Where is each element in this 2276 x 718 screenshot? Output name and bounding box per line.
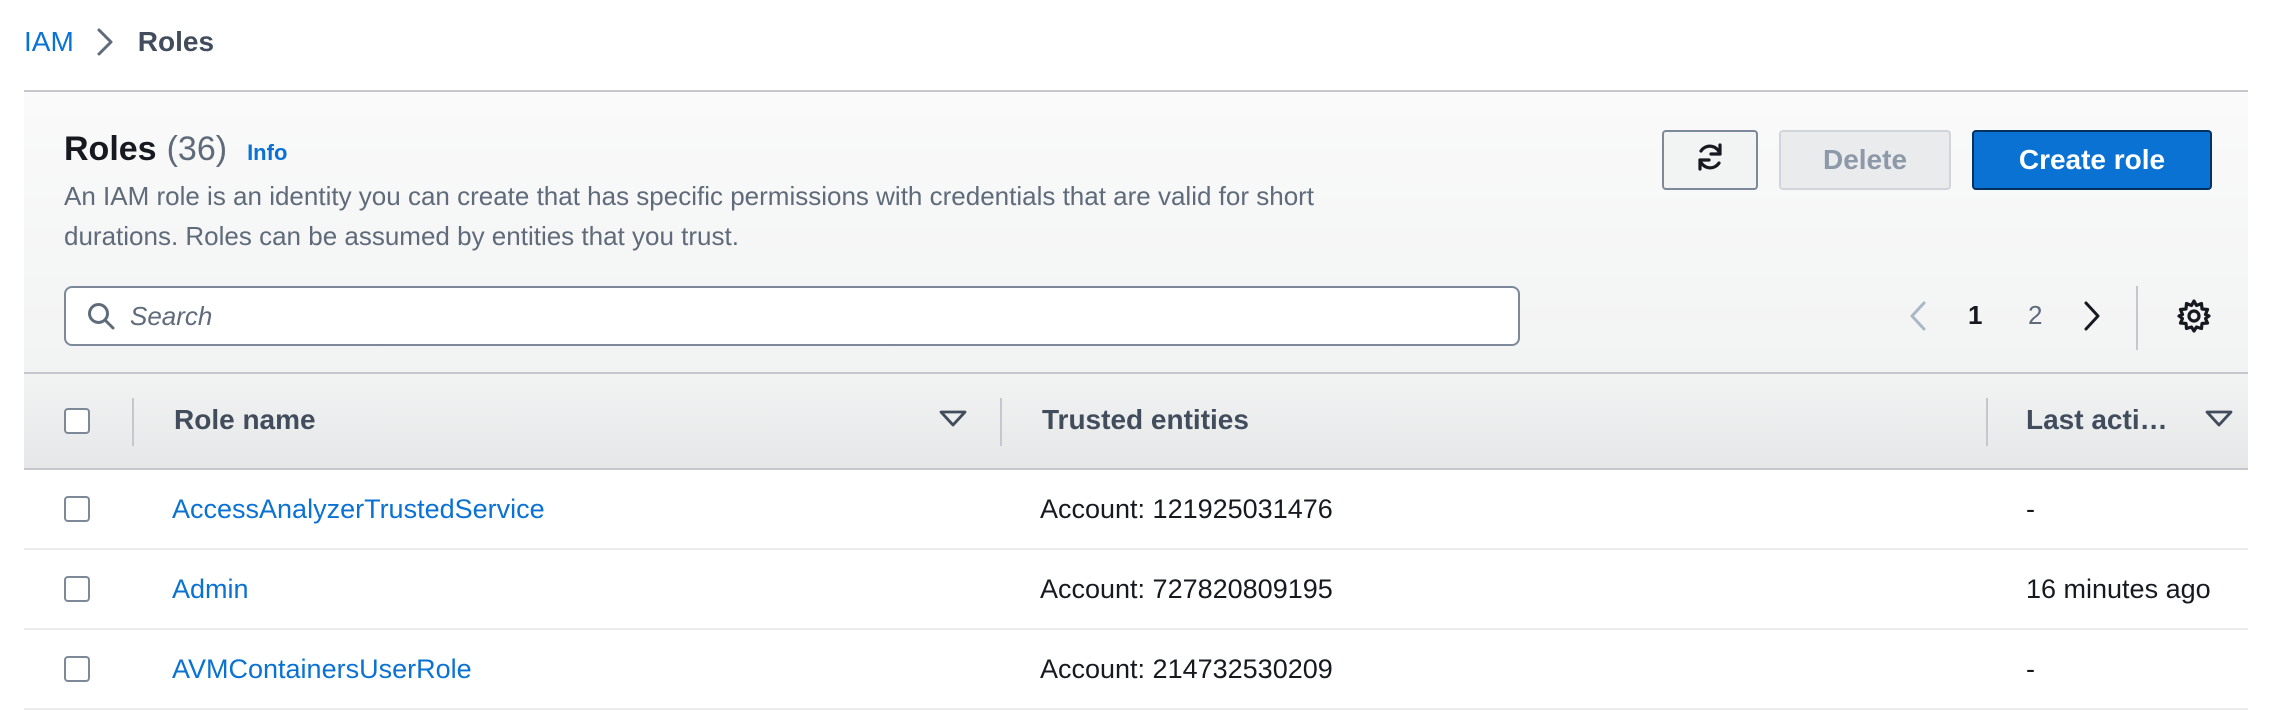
column-header-trusted-entities[interactable]: Trusted entities	[1042, 404, 1249, 436]
table-header-panel: Roles (36) Info An IAM role is an identi…	[24, 92, 2248, 374]
table-row: AccessAnalyzerTrustedService Account: 12…	[24, 470, 2248, 550]
column-header-role-name[interactable]: Role name	[174, 404, 316, 436]
table-column-headers: Role name Trusted entities Last acti…	[24, 374, 2248, 470]
create-role-button[interactable]: Create role	[1972, 130, 2212, 190]
column-divider	[132, 398, 134, 446]
trusted-entity-cell: Account: 727820809195	[1040, 574, 1333, 604]
chevron-right-icon[interactable]	[2082, 300, 2102, 337]
roles-table-container: Roles (36) Info An IAM role is an identi…	[24, 90, 2248, 718]
delete-button[interactable]: Delete	[1779, 130, 1951, 190]
column-header-last-activity[interactable]: Last acti…	[2026, 404, 2168, 436]
chevron-right-icon	[96, 27, 114, 57]
description-line-2: durations. Roles can be assumed by entit…	[64, 221, 739, 251]
table-row: Admin Account: 727820809195 16 minutes a…	[24, 550, 2248, 630]
column-divider	[1000, 398, 1002, 446]
last-activity-cell: -	[2026, 494, 2035, 524]
title-row: Roles (36) Info	[64, 130, 287, 169]
chevron-left-icon[interactable]	[1908, 300, 1928, 337]
row-checkbox[interactable]	[64, 576, 90, 602]
last-activity-cell: -	[2026, 654, 2035, 684]
role-name-link[interactable]: AccessAnalyzerTrustedService	[172, 494, 545, 525]
row-checkbox[interactable]	[64, 656, 90, 682]
settings-gear-icon[interactable]	[2176, 298, 2212, 339]
breadcrumb-current: Roles	[137, 26, 215, 57]
breadcrumb: IAM Roles	[24, 22, 214, 62]
breadcrumb-iam-link[interactable]: IAM	[24, 26, 74, 58]
page-2-button[interactable]: 2	[2028, 300, 2042, 331]
description-line-1: An IAM role is an identity you can creat…	[64, 181, 1315, 211]
search-box	[64, 286, 1520, 346]
select-all-checkbox[interactable]	[64, 408, 90, 434]
page-1-button[interactable]: 1	[1968, 300, 1982, 331]
roles-count: (36)	[166, 130, 228, 168]
page-title: Roles	[64, 130, 157, 168]
search-icon	[86, 301, 116, 331]
role-name-link[interactable]: Admin	[172, 574, 249, 605]
pagination-divider	[2136, 286, 2138, 350]
refresh-icon	[1694, 141, 1726, 180]
column-divider	[1986, 398, 1988, 446]
trusted-entity-cell: Account: 121925031476	[1040, 494, 1333, 524]
last-activity-cell: 16 minutes ago	[2026, 574, 2211, 604]
refresh-button[interactable]	[1662, 130, 1758, 190]
page-description: An IAM role is an identity you can creat…	[64, 176, 1544, 256]
trusted-entity-cell: Account: 214732530209	[1040, 654, 1333, 684]
table-row: AVMContainersUserRole Account: 214732530…	[24, 630, 2248, 710]
sort-caret-icon[interactable]	[938, 410, 968, 433]
role-name-link[interactable]: AVMContainersUserRole	[172, 654, 472, 685]
info-link[interactable]: Info	[247, 140, 287, 166]
search-input[interactable]	[130, 300, 1490, 332]
row-checkbox[interactable]	[64, 496, 90, 522]
sort-caret-icon[interactable]	[2204, 410, 2234, 433]
